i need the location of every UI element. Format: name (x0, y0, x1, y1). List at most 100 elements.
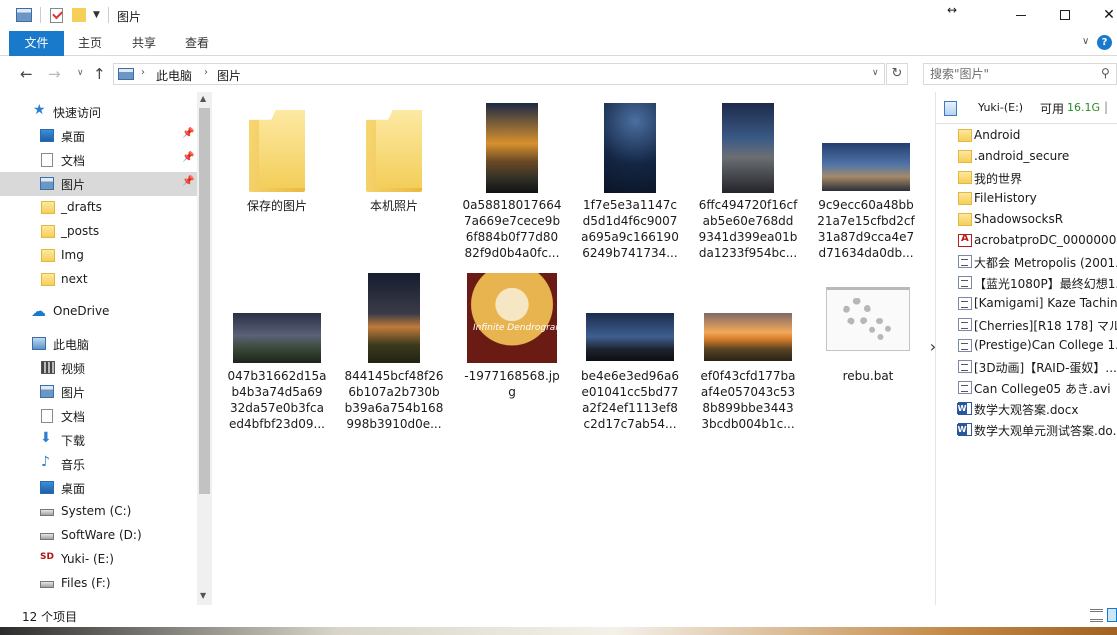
preview-item-label: FileHistory (974, 191, 1037, 205)
file-icon (958, 360, 972, 373)
expand-ribbon-icon[interactable]: ∨ (1082, 36, 1089, 47)
file-item-batch[interactable]: rebu.bat (818, 92, 918, 383)
nav-item-pc-desktop[interactable]: 桌面 (0, 476, 197, 500)
preview-item[interactable]: 数学大观单元测试答案.do... (952, 420, 1117, 441)
preview-item[interactable]: 我的世界 (952, 168, 1117, 189)
explorer-app-icon[interactable] (16, 8, 32, 22)
pin-icon[interactable]: 📌 (182, 152, 194, 163)
properties-icon[interactable] (50, 8, 63, 23)
file-item-image[interactable]: 844145bcf48f26 6b107a2b730b b39a6a754b16… (344, 92, 444, 431)
file-item-image[interactable]: Infinite Dendrogram -1977168568.jp g (462, 92, 564, 399)
title-bar: ▼ 图片 ↔ ✕ (0, 0, 1117, 31)
recent-locations-icon[interactable]: ∨ (77, 68, 84, 78)
new-folder-icon[interactable] (72, 8, 86, 22)
chevron-right-icon[interactable]: › (141, 67, 145, 78)
nav-onedrive[interactable]: ☁ OneDrive (0, 300, 197, 324)
file-item-image[interactable]: ef0f43cfd177ba af4e057043c53 8b899bbe344… (698, 92, 798, 431)
quick-access-dropdown-icon[interactable]: ▼ (93, 10, 100, 20)
search-box[interactable]: ⚲ (923, 63, 1117, 85)
preview-item[interactable]: FileHistory (952, 189, 1117, 210)
scroll-down-icon[interactable]: ▼ (200, 591, 206, 600)
help-icon[interactable]: ? (1097, 35, 1112, 50)
up-arrow-icon[interactable]: ↑ (93, 65, 106, 83)
preview-item-label: [Kamigami] Kaze Tachin... (974, 296, 1117, 310)
nav-item-pictures[interactable]: 图片 📌 (0, 172, 197, 196)
folder-icon (958, 171, 972, 184)
preview-item[interactable]: 大都会 Metropolis (2001... (952, 252, 1117, 273)
refresh-button[interactable]: ↻ (886, 63, 908, 85)
preview-item[interactable]: ShadowsocksR (952, 210, 1117, 231)
nav-item-desktop[interactable]: 桌面 📌 (0, 124, 197, 148)
preview-item[interactable]: 【蓝光1080P】最终幻想1... (952, 273, 1117, 294)
file-name: ef0f43cfd177ba af4e057043c53 8b899bbe344… (700, 369, 796, 431)
scroll-up-icon[interactable]: ▲ (200, 94, 206, 103)
preview-item[interactable]: [Cherries][R18 178] マル... (952, 315, 1117, 336)
nav-item-music[interactable]: ♪ 音乐 (0, 452, 197, 476)
preview-item[interactable]: [Kamigami] Kaze Tachin... (952, 294, 1117, 315)
preview-item[interactable]: (Prestige)Can College 1... (952, 336, 1117, 357)
preview-separator: | (1104, 100, 1109, 114)
minimize-icon (1016, 15, 1026, 16)
minimize-button[interactable] (998, 0, 1044, 31)
preview-item[interactable]: Can College05 あき.avi (952, 378, 1117, 399)
address-bar[interactable]: › 此电脑 › 图片 ∨ (113, 63, 885, 85)
large-icons-view-icon[interactable] (1107, 608, 1117, 622)
file-icon (958, 276, 972, 289)
file-item-image[interactable]: 047b31662d15a b4b3a74d5a69 32da57e0b3fca… (227, 92, 327, 431)
preview-item-label: 大都会 Metropolis (2001... (974, 256, 1117, 270)
details-view-icon[interactable] (1090, 609, 1103, 622)
preview-item[interactable]: [3D动画]【RAID-蛋奴】... (952, 357, 1117, 378)
search-input[interactable] (924, 64, 1094, 84)
nav-item-next[interactable]: next (0, 268, 197, 292)
preview-item-label: Android (974, 128, 1021, 142)
address-dropdown-icon[interactable]: ∨ (872, 68, 879, 78)
chevron-right-icon[interactable]: › (204, 67, 208, 78)
nav-scrollbar[interactable]: ▲ ▼ (197, 92, 212, 605)
nav-item-drive-f[interactable]: Files (F:) (0, 572, 197, 596)
tab-file[interactable]: 文件 (9, 31, 64, 56)
breadcrumb-pictures[interactable]: 图片 (217, 67, 241, 84)
file-icon (958, 339, 972, 352)
resize-cursor-icon: ↔ (947, 3, 958, 17)
folder-icon (958, 129, 972, 142)
tab-home[interactable]: 主页 (70, 31, 110, 56)
close-button[interactable]: ✕ (1086, 0, 1117, 31)
preview-item[interactable]: 数学大观答案.docx (952, 399, 1117, 420)
nav-item-pc-documents[interactable]: 文档 (0, 404, 197, 428)
search-icon[interactable]: ⚲ (1101, 66, 1110, 80)
maximize-button[interactable] (1042, 0, 1088, 31)
preview-item[interactable]: acrobatproDC_0000000... (952, 231, 1117, 252)
nav-label: _drafts (61, 200, 102, 214)
back-arrow-icon[interactable]: ← (20, 65, 33, 83)
nav-item-documents[interactable]: 文档 📌 (0, 148, 197, 172)
preview-item-label: [Cherries][R18 178] マル... (974, 319, 1117, 333)
pin-icon[interactable]: 📌 (182, 176, 194, 187)
nav-item-drive-d[interactable]: SoftWare (D:) (0, 524, 197, 548)
nav-label: next (61, 272, 88, 286)
nav-item-pc-pictures[interactable]: 图片 (0, 380, 197, 404)
preview-item-label: [3D动画]【RAID-蛋奴】... (974, 361, 1117, 375)
forward-arrow-icon[interactable]: → (48, 65, 61, 83)
nav-item-posts[interactable]: _posts (0, 220, 197, 244)
preview-pane: Yuki-(E:) 可用 16.1G | Android .android_se… (935, 92, 1117, 605)
nav-item-drive-e[interactable]: SD Yuki- (E:) (0, 548, 197, 572)
preview-item[interactable]: Android (952, 126, 1117, 147)
pin-icon[interactable]: 📌 (182, 128, 194, 139)
nav-item-drive-c[interactable]: System (C:) (0, 500, 197, 524)
folder-icon (958, 150, 972, 163)
nav-item-drafts[interactable]: _drafts (0, 196, 197, 220)
nav-item-videos[interactable]: 视频 (0, 356, 197, 380)
tab-share[interactable]: 共享 (124, 31, 164, 56)
tab-view[interactable]: 查看 (177, 31, 217, 56)
nav-item-downloads[interactable]: ⬇ 下载 (0, 428, 197, 452)
nav-item-img[interactable]: Img (0, 244, 197, 268)
preview-item[interactable]: .android_secure (952, 147, 1117, 168)
scrollbar-thumb[interactable] (199, 108, 210, 494)
gear-icon (869, 318, 891, 340)
music-icon: ♪ (41, 454, 50, 470)
nav-quick-access[interactable]: ★ 快速访问 (0, 100, 197, 124)
file-item-image[interactable]: be4e6e3ed96a6 e01041cc5bd77 a2f24ef1113e… (580, 92, 680, 431)
preview-drive-name: Yuki-(E:) (978, 101, 1024, 114)
nav-this-pc[interactable]: 此电脑 (0, 332, 197, 356)
breadcrumb-this-pc[interactable]: 此电脑 (156, 67, 192, 84)
